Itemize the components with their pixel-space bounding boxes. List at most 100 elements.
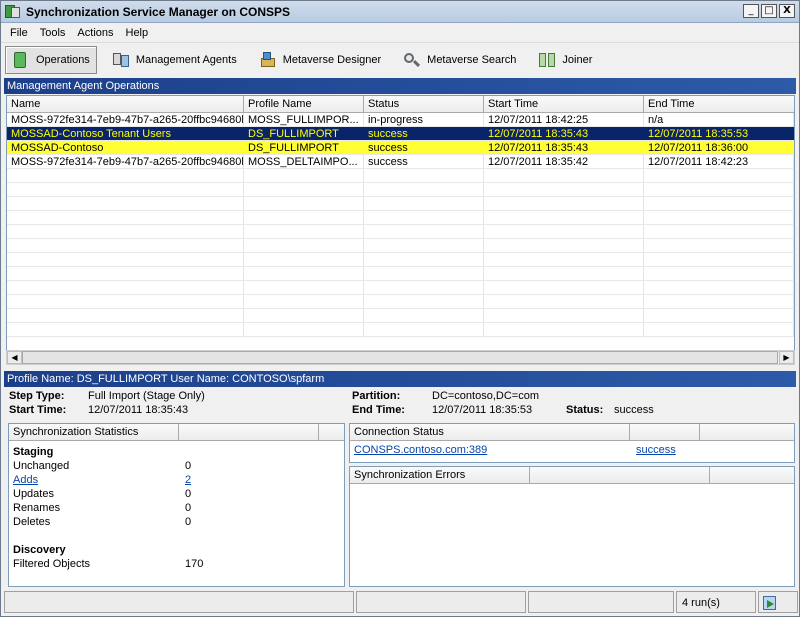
empty-cell [244, 225, 364, 238]
maximize-button[interactable]: □ [761, 4, 777, 18]
empty-cell [364, 281, 484, 294]
empty-row [7, 253, 794, 267]
empty-cell [484, 323, 644, 336]
title-bar[interactable]: Synchronization Service Manager on CONSP… [1, 1, 799, 23]
empty-cell [7, 281, 244, 294]
empty-cell [644, 225, 794, 238]
menu-actions[interactable]: Actions [71, 27, 119, 39]
empty-cell [364, 169, 484, 182]
status-cell-3 [528, 591, 674, 613]
status-cell-1 [4, 591, 354, 613]
empty-cell [364, 225, 484, 238]
management-agents-icon [112, 50, 130, 70]
empty-cell [644, 295, 794, 308]
stat-label[interactable]: Adds [9, 473, 181, 487]
operation-row[interactable]: MOSSAD-Contoso DS_FULLIMPORT success 12/07/… [7, 141, 794, 155]
empty-cell [7, 183, 244, 196]
column-profile-name[interactable]: Profile Name [244, 96, 364, 112]
cell-profile: DS_FULLIMPORT [244, 141, 364, 154]
operations-button[interactable]: Operations [5, 45, 97, 74]
empty-cell [484, 239, 644, 252]
connection-result-link[interactable]: success [630, 443, 676, 457]
metaverse-search-button[interactable]: Metaverse Search [396, 46, 523, 74]
sync-stats-header: Synchronization Statistics [9, 424, 344, 441]
empty-cell [7, 295, 244, 308]
menu-file[interactable]: File [4, 27, 34, 39]
cell-end-time: 12/07/2011 18:35:53 [644, 127, 794, 140]
sync-errors-col-3[interactable] [710, 467, 794, 483]
connection-status-title[interactable]: Connection Status [350, 424, 630, 440]
operation-row[interactable]: MOSS-972fe314-7eb9-47b7-a265-20ffbc94680… [7, 113, 794, 127]
connection-status-col-2[interactable] [630, 424, 700, 440]
close-button[interactable]: X [779, 4, 795, 18]
stat-value: 170 [185, 558, 204, 570]
minimize-button[interactable]: _ [743, 4, 759, 18]
cell-status: success [364, 127, 484, 140]
status-bar: 4 run(s) [4, 591, 798, 615]
cell-name: MOSSAD-Contoso Tenant Users [7, 127, 244, 140]
empty-cell [644, 169, 794, 182]
empty-cell [244, 211, 364, 224]
joiner-button[interactable]: Joiner [531, 46, 599, 74]
operation-row[interactable]: MOSS-972fe314-7eb9-47b7-a265-20ffbc94680… [7, 155, 794, 169]
stat-value[interactable]: 2 [181, 473, 241, 487]
management-agents-button[interactable]: Management Agents [105, 46, 244, 74]
operations-grid-header: Name Profile Name Status Start Time End … [7, 96, 794, 113]
cell-name: MOSSAD-Contoso [7, 141, 244, 154]
menu-tools[interactable]: Tools [34, 27, 72, 39]
scroll-thumb[interactable] [22, 351, 778, 364]
column-name[interactable]: Name [7, 96, 244, 112]
status-row: Status: [566, 404, 603, 416]
empty-cell [364, 295, 484, 308]
empty-cell [644, 197, 794, 210]
connection-row: CONSPS.contoso.com:389 success [350, 443, 794, 457]
column-status[interactable]: Status [364, 96, 484, 112]
operations-section-header: Management Agent Operations [4, 78, 796, 94]
stat-value: 0 [185, 460, 192, 472]
empty-cell [7, 225, 244, 238]
metaverse-designer-label: Metaverse Designer [282, 53, 382, 66]
empty-cell [644, 253, 794, 266]
scroll-track[interactable] [22, 351, 779, 364]
sync-stats-panel[interactable]: Synchronization Statistics Staging Uncha… [8, 423, 345, 587]
joiner-icon [538, 50, 556, 70]
sync-errors-title[interactable]: Synchronization Errors [350, 467, 530, 483]
sync-errors-panel[interactable]: Synchronization Errors [349, 466, 795, 587]
connection-status-panel[interactable]: Connection Status CONSPS.contoso.com:389… [349, 423, 795, 463]
sync-stats-col-3[interactable] [319, 424, 344, 440]
empty-cell [244, 253, 364, 266]
column-start-time[interactable]: Start Time [484, 96, 644, 112]
sync-errors-header: Synchronization Errors [350, 467, 794, 484]
sync-stats-col-2[interactable] [179, 424, 319, 440]
stat-value: 0 [185, 502, 192, 514]
empty-cell [244, 309, 364, 322]
empty-cell [244, 197, 364, 210]
operation-row[interactable]: MOSSAD-Contoso Tenant Users DS_FULLIMPORT… [7, 127, 794, 141]
scroll-left-icon[interactable]: ◀ [7, 351, 22, 364]
empty-cell [7, 253, 244, 266]
connection-server-link[interactable]: CONSPS.contoso.com:389 [350, 443, 630, 457]
menu-help[interactable]: Help [120, 27, 155, 39]
cell-status: success [364, 155, 484, 168]
column-end-time[interactable]: End Time [644, 96, 794, 112]
empty-cell [244, 183, 364, 196]
sync-stats-title[interactable]: Synchronization Statistics [9, 424, 179, 440]
empty-cell [364, 253, 484, 266]
stat-label: Updates [13, 488, 54, 500]
connection-status-col-3[interactable] [700, 424, 794, 440]
operations-horizontal-scrollbar[interactable]: ◀ ▶ [6, 350, 795, 365]
run-status-cell[interactable] [758, 591, 798, 613]
operations-grid[interactable]: Name Profile Name Status Start Time End … [6, 95, 795, 364]
stat-row-renames: Renames 0 [9, 501, 344, 515]
status-value: success [614, 404, 654, 416]
sync-errors-col-2[interactable] [530, 467, 710, 483]
partition-value: DC=contoso,DC=com [432, 390, 539, 402]
cell-start-time: 12/07/2011 18:35:43 [484, 127, 644, 140]
metaverse-designer-button[interactable]: Metaverse Designer [252, 46, 388, 74]
stat-row-updates: Updates 0 [9, 487, 344, 501]
end-time-label: End Time: [352, 404, 405, 416]
cell-name: MOSS-972fe314-7eb9-47b7-a265-20ffbc94680… [7, 113, 244, 126]
profile-details-header: Profile Name: DS_FULLIMPORT User Name: C… [4, 371, 796, 387]
step-type-label: Step Type: [9, 390, 65, 402]
scroll-right-icon[interactable]: ▶ [779, 351, 794, 364]
